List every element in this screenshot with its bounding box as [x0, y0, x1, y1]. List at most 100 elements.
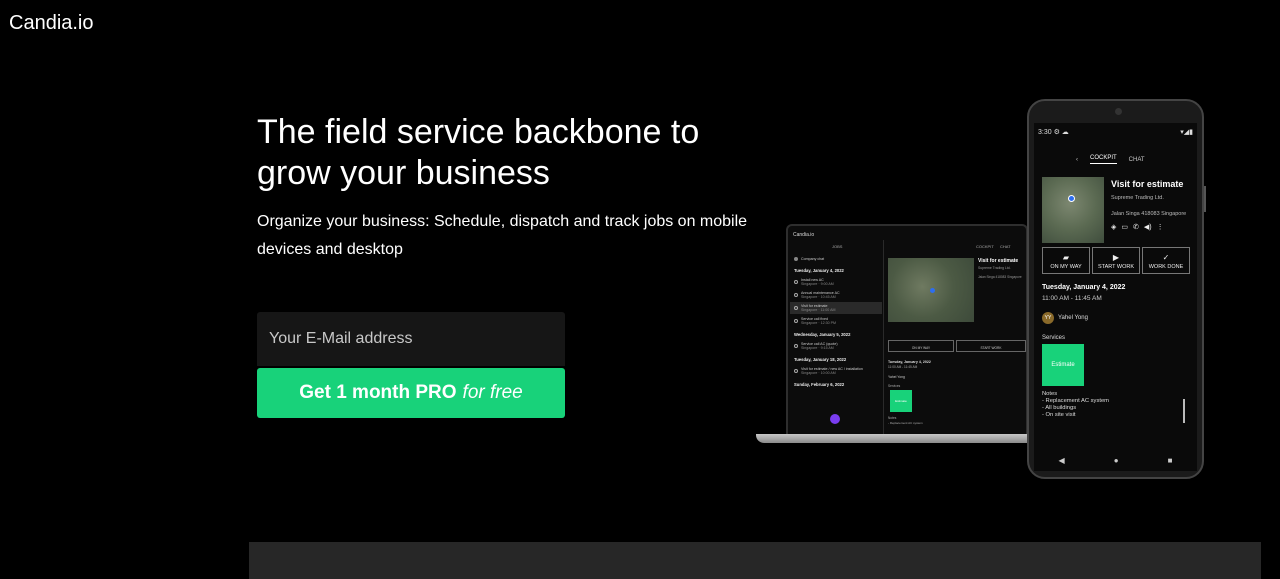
map-image — [1042, 177, 1104, 243]
note-line: - All buildings — [1042, 405, 1077, 411]
get-pro-button[interactable]: Get 1 month PRO for free — [257, 368, 565, 418]
volume-icon: ◀) — [1143, 224, 1152, 231]
work-done-button: ✓ WORK DONE — [1142, 247, 1190, 274]
status-icon — [794, 369, 798, 373]
laptop-divider — [883, 240, 884, 434]
job-title: Visit for estimate — [1111, 179, 1184, 189]
note-line: - Replacement AC system — [1042, 398, 1110, 404]
cta-emphasis-label: for free — [462, 382, 523, 403]
tab-chat: CHAT — [1128, 156, 1145, 163]
start-work-label: START WORK — [1097, 264, 1135, 270]
list-item-title: Company chat — [801, 257, 825, 261]
hero-subtitle: Organize your business: Schedule, dispat… — [257, 213, 748, 258]
start-work-button: ▶ START WORK — [1092, 247, 1140, 274]
status-icon — [794, 344, 798, 348]
back-chevron-icon: ‹ — [1076, 156, 1078, 163]
laptop-job-address: Jalan Singa 418083 Singapore — [978, 275, 1022, 279]
list-date: Tuesday, January 4, 2022 — [794, 268, 844, 273]
laptop-tab-jobs: JOBS — [832, 244, 843, 249]
phone-mockup: 3:30 ⚙ ☁ ▾◢▮ ‹ COCKPIT CHAT Visit for es… — [1027, 99, 1206, 479]
work-done-label: WORK DONE — [1148, 264, 1184, 270]
add-fab-icon — [830, 414, 840, 424]
hero-title: The field service backbone to grow your … — [257, 113, 700, 192]
list-item: Visit for estimate Singapore · 11:00 AM — [790, 302, 882, 314]
truck-icon: ▰ — [1062, 253, 1070, 262]
tab-cockpit: COCKPIT — [1090, 155, 1117, 164]
laptop-notes-label: Notes — [888, 416, 897, 420]
content-panel — [249, 542, 1261, 579]
play-icon: ▶ — [1112, 253, 1120, 262]
map-image — [888, 258, 974, 322]
laptop-job-time: 11:00 AM - 11:45 AM — [888, 365, 918, 369]
phone-status-bar: 3:30 ⚙ ☁ ▾◢▮ — [1038, 128, 1193, 136]
android-nav-bar: ◀ ● ■ — [1034, 456, 1197, 465]
check-icon: ✓ — [1162, 253, 1170, 262]
list-item-sub: Singapore · 10:00 AM — [801, 371, 836, 375]
list-item-sub: Singapore · 11:00 AM — [801, 308, 836, 312]
status-icon — [794, 306, 798, 310]
list-item: Visit for estimate / new AC / installati… — [790, 365, 882, 377]
laptop-job-detail: Visit for estimate Supreme Trading Ltd. … — [886, 242, 1026, 434]
assigned-user: Yahel Yong — [1058, 315, 1088, 321]
cta-main-label: Get 1 month PRO — [299, 382, 457, 403]
message-icon: ▭ — [1121, 224, 1129, 231]
laptop-user: Yahel Yong — [888, 375, 905, 379]
laptop-job-title: Visit for estimate — [978, 258, 1019, 264]
laptop-note: - Replacement AC system — [888, 421, 923, 425]
list-item: Service call fixed Singapore · 12:30 PM — [790, 315, 882, 327]
notes: Notes - Replacement AC system - All buil… — [1042, 391, 1109, 419]
map-pin-icon — [1068, 195, 1075, 202]
map-pin-icon — [930, 288, 935, 293]
laptop-start-work-button: START WORK — [956, 340, 1026, 352]
list-item-sub: Singapore · 10:45 AM — [801, 295, 836, 299]
job-address: Jalan Singa 418083 Singapore — [1111, 211, 1187, 217]
chat-icon — [794, 257, 798, 261]
nav-home-icon: ● — [1113, 456, 1119, 465]
scrollbar — [1183, 399, 1185, 423]
list-item-sub: Singapore · 9:00 AM — [801, 282, 834, 286]
laptop-job-date: Tuesday, January 4, 2022 — [888, 360, 931, 364]
laptop-job-list: Company chat Tuesday, January 4, 2022 In… — [790, 254, 882, 434]
job-date: Tuesday, January 4, 2022 — [1042, 284, 1126, 291]
list-item: Annual maintenance AC Singapore · 10:45 A… — [790, 289, 882, 301]
list-item: Service call AC (quote) Singapore · 9:15 … — [790, 340, 882, 352]
laptop-service-estimate: Estimate — [890, 390, 912, 412]
laptop-mockup: Candia.io JOBS COCKPIT CHAT Company chat… — [786, 224, 1028, 434]
on-my-way-label: ON MY WAY — [1050, 264, 1082, 270]
job-company: Supreme Trading Ltd. — [1111, 195, 1164, 201]
job-actions: ◈ ▭ ✆ ◀) ⋮ — [1111, 223, 1164, 231]
note-line: - On site visit — [1042, 412, 1076, 418]
signal-battery-icon: ▾◢▮ — [1180, 129, 1193, 136]
phone-tabs: ‹ COCKPIT CHAT — [1076, 155, 1145, 164]
laptop-brand: Candia.io — [793, 232, 815, 238]
list-item: Company chat — [790, 255, 882, 263]
services-label: Services — [1042, 335, 1066, 341]
more-icon: ⋮ — [1156, 224, 1164, 231]
phone-screen: 3:30 ⚙ ☁ ▾◢▮ ‹ COCKPIT CHAT Visit for es… — [1034, 123, 1197, 471]
laptop-job-company: Supreme Trading Ltd. — [978, 266, 1011, 270]
settings-icon: ⚙ ☁ — [1053, 129, 1069, 136]
list-item: Install new AC Singapore · 9:00 AM — [790, 276, 882, 288]
brand-logo[interactable]: Candia.io — [9, 12, 94, 35]
list-date: Wednesday, January 5, 2022 — [794, 332, 851, 337]
status-icon — [794, 293, 798, 297]
phone-side-button — [1204, 186, 1206, 212]
directions-icon: ◈ — [1111, 224, 1117, 231]
nav-back-icon: ◀ — [1058, 456, 1065, 465]
list-item-sub: Singapore · 9:15 AM — [801, 346, 834, 350]
on-my-way-button: ▰ ON MY WAY — [1042, 247, 1090, 274]
job-time: 11:00 AM - 11:45 AM — [1042, 295, 1102, 302]
status-icon — [794, 280, 798, 284]
list-item-sub: Singapore · 12:30 PM — [801, 321, 836, 325]
nav-recents-icon: ■ — [1167, 456, 1173, 465]
laptop-services-label: Services — [888, 384, 901, 388]
list-date: Tuesday, January 18, 2022 — [794, 357, 847, 362]
list-date: Sunday, February 6, 2022 — [794, 382, 845, 387]
status-icon — [794, 319, 798, 323]
email-input[interactable] — [257, 312, 565, 366]
laptop-on-my-way-button: ON MY WAY — [888, 340, 954, 352]
avatar: YY — [1042, 312, 1054, 324]
notes-label: Notes — [1042, 391, 1058, 397]
laptop-base — [756, 434, 1046, 443]
service-estimate: Estimate — [1042, 344, 1084, 386]
